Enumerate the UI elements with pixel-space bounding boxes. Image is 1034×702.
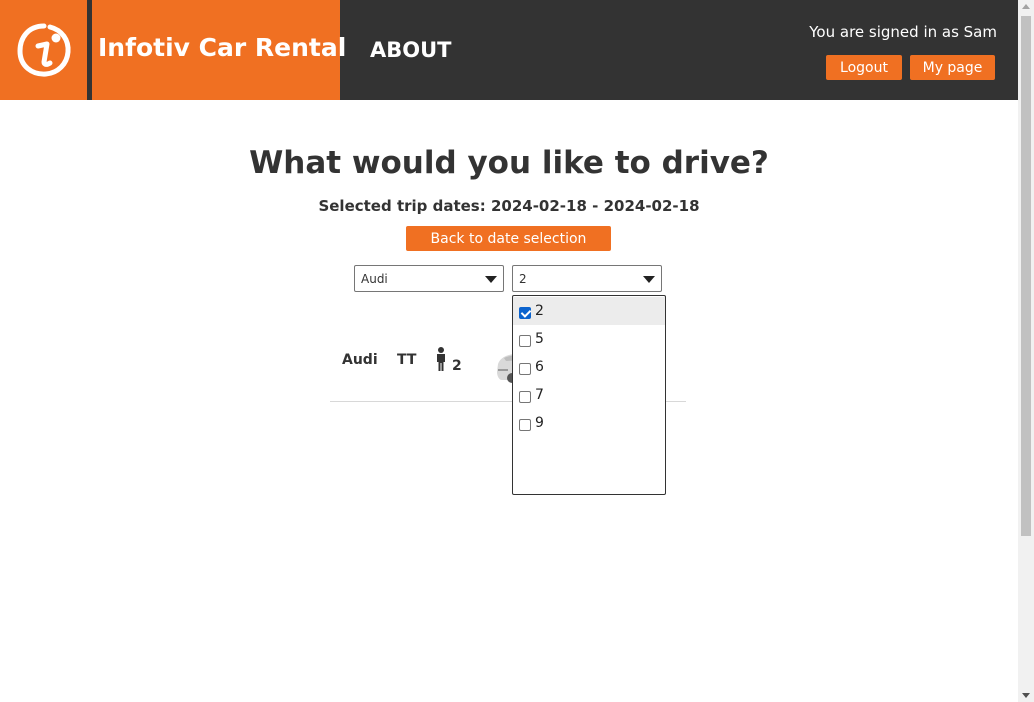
seats-option-2[interactable]: 2 [513,297,665,325]
seats-select[interactable]: 2 [512,265,662,292]
scroll-up-arrow-icon[interactable] [1022,4,1030,9]
page-scrollbar[interactable] [1018,0,1034,702]
make-select-value: Audi [361,272,388,286]
my-page-button[interactable]: My page [910,55,995,80]
top-header: Infotiv Car Rental ABOUT You are signed … [0,0,1018,100]
option-label: 7 [535,387,544,403]
person-icon [437,347,445,371]
chevron-down-icon [643,276,655,283]
car-make: Audi [342,352,378,368]
option-label: 9 [535,415,544,431]
brand-block: Infotiv Car Rental [0,0,346,100]
scrollbar-thumb[interactable] [1021,16,1031,536]
option-label: 2 [535,303,544,319]
car-model: TT [397,352,417,368]
make-select[interactable]: Audi [354,265,504,292]
scroll-down-arrow-icon[interactable] [1022,693,1030,698]
infotiv-logo-icon[interactable] [16,22,72,78]
seats-dropdown-list: 2 5 6 7 9 [512,295,666,495]
back-to-date-selection-button[interactable]: Back to date selection [406,226,611,251]
option-checkbox[interactable] [519,307,531,319]
seats-option-6[interactable]: 6 [513,353,665,381]
seats-option-5[interactable]: 5 [513,325,665,353]
trip-dates: Selected trip dates: 2024-02-18 - 2024-0… [318,197,700,215]
brand-divider [87,0,92,100]
chevron-down-icon [485,276,497,283]
brand-title[interactable]: Infotiv Car Rental [98,33,346,62]
option-checkbox[interactable] [519,419,531,431]
option-checkbox[interactable] [519,391,531,403]
logout-button[interactable]: Logout [826,55,902,80]
option-label: 5 [535,331,544,347]
seats-select-value: 2 [519,272,527,286]
signed-in-text: You are signed in as Sam [809,23,997,41]
option-label: 6 [535,359,544,375]
car-seats: 2 [452,358,462,374]
about-link[interactable]: ABOUT [370,38,452,62]
option-checkbox[interactable] [519,363,531,375]
seats-option-9[interactable]: 9 [513,409,665,437]
seats-option-7[interactable]: 7 [513,381,665,409]
option-checkbox[interactable] [519,335,531,347]
page-title: What would you like to drive? [249,145,769,181]
